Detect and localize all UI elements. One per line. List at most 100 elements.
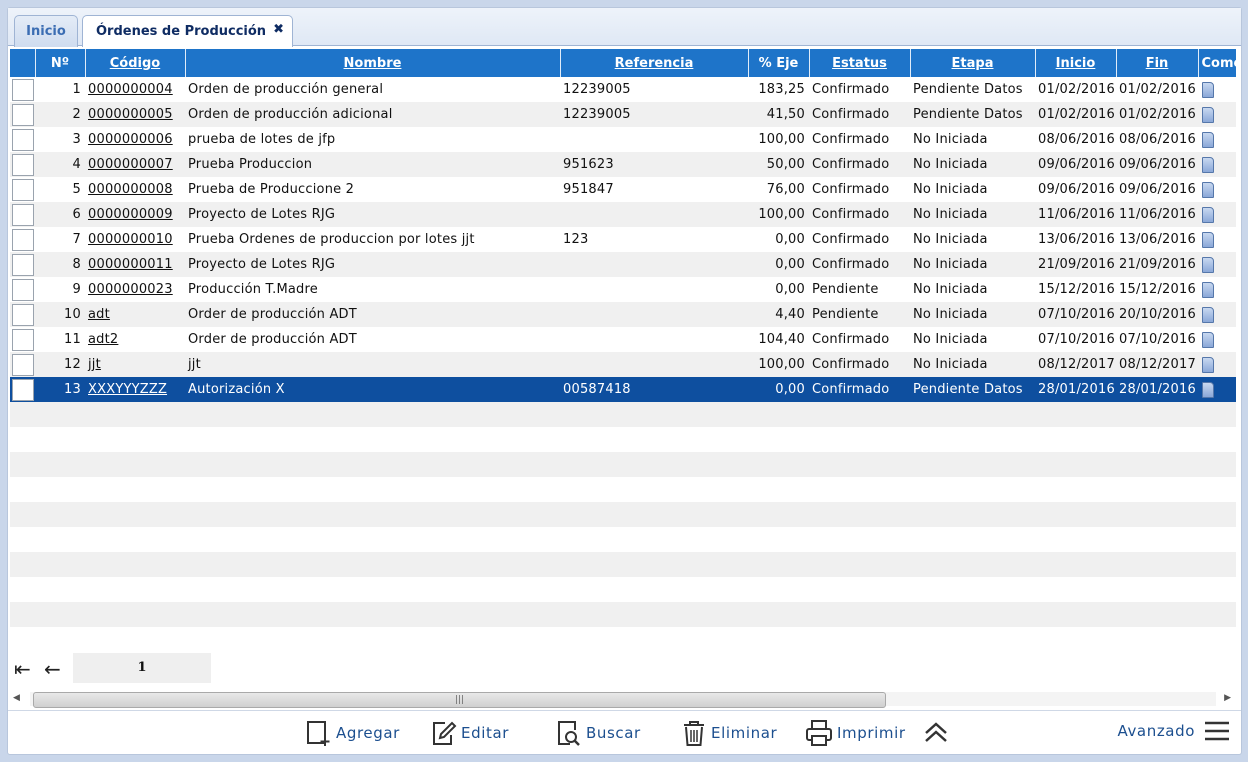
table-row[interactable]: 4 0000000007 Prueba Produccion 951623 50,00 C…	[10, 152, 1236, 177]
codigo-link[interactable]: 0000000005	[88, 107, 173, 122]
table-row[interactable]: 10 adt Order de producción ADT 4,40 Pendient…	[10, 302, 1236, 327]
cell-codigo[interactable]: 0000000006	[85, 127, 185, 152]
row-checkbox[interactable]	[10, 102, 35, 127]
comment-icon[interactable]	[1202, 381, 1214, 398]
close-icon[interactable]: ✖	[273, 22, 284, 37]
comment-icon[interactable]	[1202, 281, 1214, 298]
edit-button[interactable]: Editar	[431, 719, 509, 747]
table-row[interactable]: 12 jjt jjt 100,00 Confirmado No Iniciada 08/12…	[10, 352, 1236, 377]
comment-icon[interactable]	[1202, 331, 1214, 348]
codigo-link[interactable]: adt2	[88, 332, 118, 347]
cell-comment[interactable]	[1198, 277, 1236, 302]
table-row[interactable]: 1 0000000004 Orden de producción general 12…	[10, 77, 1236, 102]
col-inicio[interactable]: Inicio	[1035, 49, 1117, 77]
advanced-button[interactable]: Avanzado	[1117, 719, 1231, 743]
row-checkbox[interactable]	[10, 77, 35, 102]
codigo-link[interactable]: 0000000010	[88, 232, 173, 247]
codigo-link[interactable]: 0000000004	[88, 82, 173, 97]
cell-codigo[interactable]: adt2	[85, 327, 185, 352]
codigo-link[interactable]: jjt	[88, 357, 101, 372]
cell-codigo[interactable]: jjt	[85, 352, 185, 377]
row-checkbox[interactable]	[10, 127, 35, 152]
prev-page-icon[interactable]: ←	[44, 657, 61, 681]
print-button[interactable]: Imprimir	[805, 719, 906, 747]
cell-codigo[interactable]: 0000000010	[85, 227, 185, 252]
cell-comment[interactable]	[1198, 252, 1236, 277]
cell-codigo[interactable]: 0000000008	[85, 177, 185, 202]
cell-comment[interactable]	[1198, 352, 1236, 377]
cell-comment[interactable]	[1198, 202, 1236, 227]
cell-codigo[interactable]: adt	[85, 302, 185, 327]
cell-comment[interactable]	[1198, 177, 1236, 202]
delete-button[interactable]: Eliminar	[681, 719, 777, 747]
cell-codigo[interactable]: 0000000005	[85, 102, 185, 127]
table-row[interactable]: 5 0000000008 Prueba de Produccione 2 951847…	[10, 177, 1236, 202]
comment-icon[interactable]	[1202, 356, 1214, 373]
row-checkbox[interactable]	[10, 352, 35, 377]
row-checkbox[interactable]	[10, 227, 35, 252]
scroll-thumb[interactable]: |||	[33, 692, 886, 708]
cell-comment[interactable]	[1198, 327, 1236, 352]
search-button[interactable]: Buscar	[556, 719, 641, 747]
page-number[interactable]: 1	[73, 653, 211, 683]
cell-codigo[interactable]: 0000000023	[85, 277, 185, 302]
cell-comment[interactable]	[1198, 102, 1236, 127]
col-referencia[interactable]: Referencia	[560, 49, 749, 77]
comment-icon[interactable]	[1202, 206, 1214, 223]
table-row[interactable]: 13 XXXYYYZZZ Autorización X 00587418 0,00 Con…	[10, 377, 1236, 402]
table-row[interactable]: 11 adt2 Order de producción ADT 104,40 Confi…	[10, 327, 1236, 352]
codigo-link[interactable]: XXXYYYZZZ	[88, 382, 167, 397]
codigo-link[interactable]: 0000000011	[88, 257, 173, 272]
cell-comment[interactable]	[1198, 227, 1236, 252]
codigo-link[interactable]: 0000000007	[88, 157, 173, 172]
col-nombre[interactable]: Nombre	[185, 49, 561, 77]
comment-icon[interactable]	[1202, 256, 1214, 273]
tab-inicio[interactable]: Inicio	[14, 15, 78, 47]
scroll-right-icon[interactable]: ▶	[1224, 693, 1231, 703]
scroll-left-icon[interactable]: ◀	[13, 693, 20, 703]
comment-icon[interactable]	[1202, 106, 1214, 123]
cell-codigo[interactable]: 0000000009	[85, 202, 185, 227]
col-codigo[interactable]: Código	[85, 49, 186, 77]
comment-icon[interactable]	[1202, 131, 1214, 148]
first-page-icon[interactable]: ⇤	[14, 657, 31, 681]
collapse-button[interactable]	[922, 719, 950, 747]
table-row[interactable]: 2 0000000005 Orden de producción adicional…	[10, 102, 1236, 127]
cell-comment[interactable]	[1198, 302, 1236, 327]
comment-icon[interactable]	[1202, 156, 1214, 173]
row-checkbox[interactable]	[10, 152, 35, 177]
cell-codigo[interactable]: XXXYYYZZZ	[85, 377, 185, 402]
table-row[interactable]: 8 0000000011 Proyecto de Lotes RJG 0,00 Conf…	[10, 252, 1236, 277]
cell-codigo[interactable]: 0000000007	[85, 152, 185, 177]
comment-icon[interactable]	[1202, 81, 1214, 98]
scroll-track[interactable]: |||	[30, 692, 1216, 708]
row-checkbox[interactable]	[10, 327, 35, 352]
add-button[interactable]: Agregar	[306, 719, 400, 747]
cell-comment[interactable]	[1198, 152, 1236, 177]
tab-ordenes-produccion[interactable]: Órdenes de Producción ✖	[82, 15, 293, 47]
table-row[interactable]: 7 0000000010 Prueba Ordenes de produccion …	[10, 227, 1236, 252]
comment-icon[interactable]	[1202, 181, 1214, 198]
row-checkbox[interactable]	[10, 377, 35, 402]
cell-codigo[interactable]: 0000000011	[85, 252, 185, 277]
codigo-link[interactable]: 0000000023	[88, 282, 173, 297]
row-checkbox[interactable]	[10, 177, 35, 202]
cell-codigo[interactable]: 0000000004	[85, 77, 185, 102]
cell-comment[interactable]	[1198, 377, 1236, 402]
row-checkbox[interactable]	[10, 302, 35, 327]
row-checkbox[interactable]	[10, 252, 35, 277]
codigo-link[interactable]: 0000000009	[88, 207, 173, 222]
codigo-link[interactable]: 0000000006	[88, 132, 173, 147]
table-row[interactable]: 3 0000000006 prueba de lotes de jfp 100,00 C…	[10, 127, 1236, 152]
col-fin[interactable]: Fin	[1116, 49, 1199, 77]
table-row[interactable]: 6 0000000009 Proyecto de Lotes RJG 100,00 Co…	[10, 202, 1236, 227]
cell-comment[interactable]	[1198, 77, 1236, 102]
row-checkbox[interactable]	[10, 202, 35, 227]
col-etapa[interactable]: Etapa	[910, 49, 1036, 77]
comment-icon[interactable]	[1202, 231, 1214, 248]
codigo-link[interactable]: 0000000008	[88, 182, 173, 197]
cell-comment[interactable]	[1198, 127, 1236, 152]
horizontal-scrollbar[interactable]: ◀ ||| ▶	[10, 690, 1236, 708]
codigo-link[interactable]: adt	[88, 307, 110, 322]
col-estatus[interactable]: Estatus	[809, 49, 911, 77]
